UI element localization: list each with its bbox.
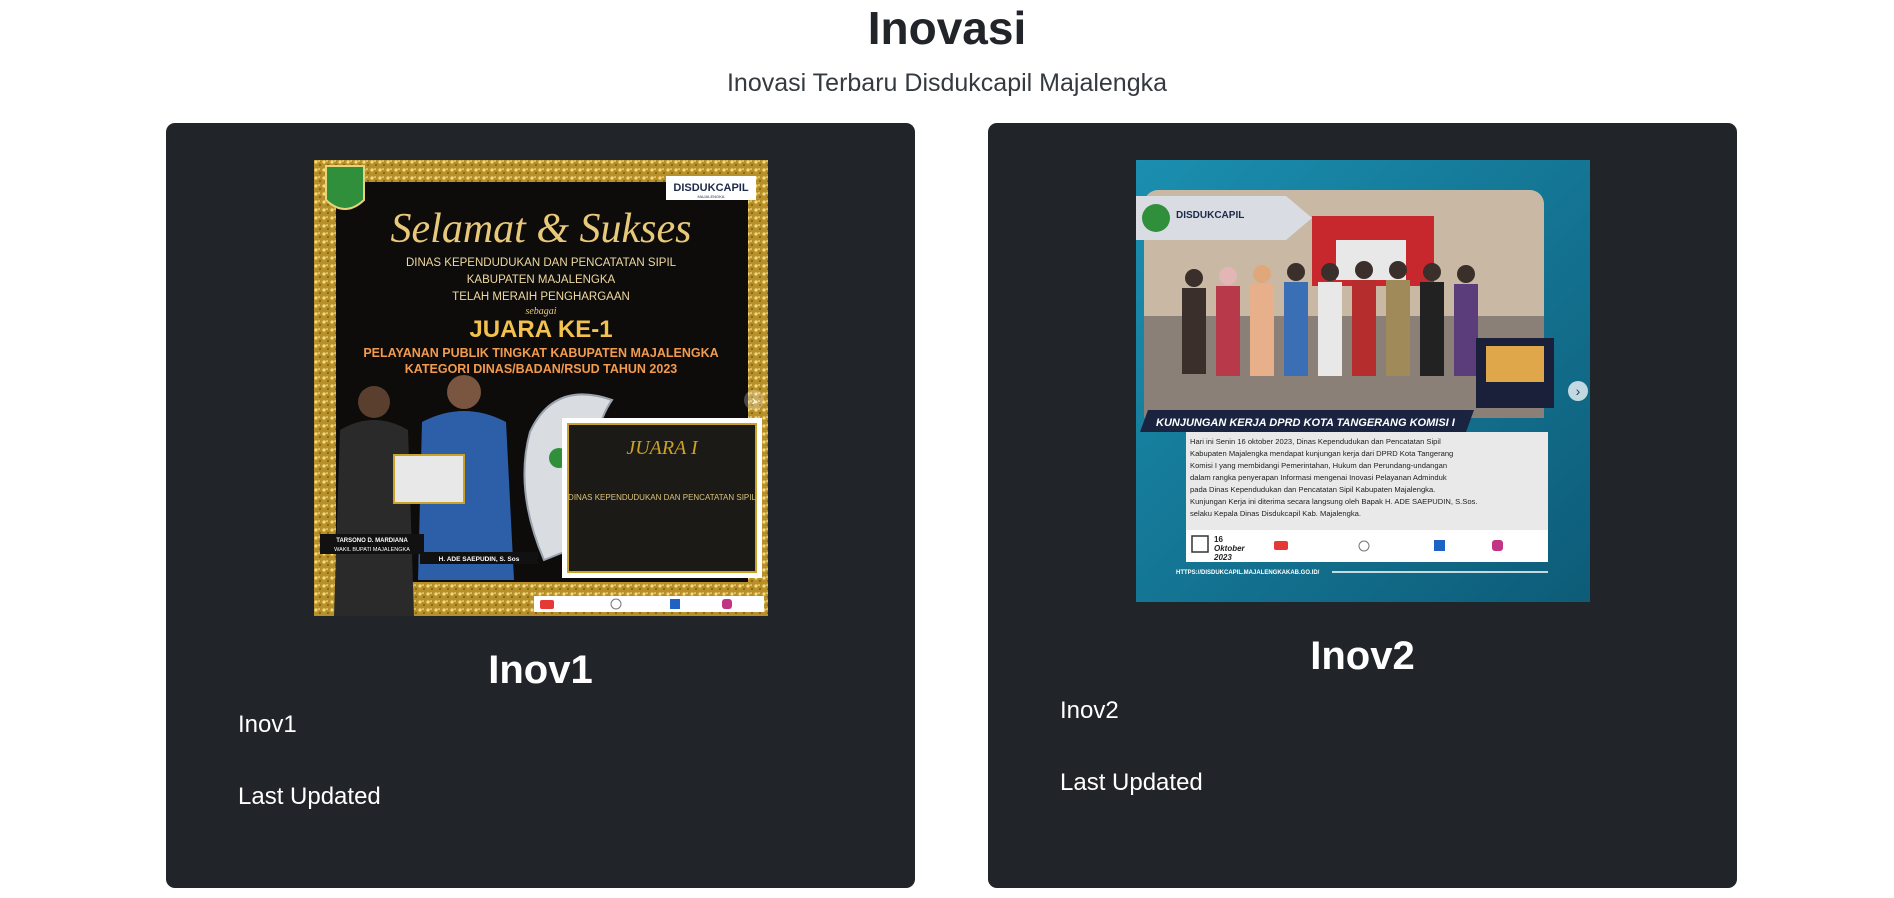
svg-text:KUNJUNGAN KERJA DPRD KOTA TANG: KUNJUNGAN KERJA DPRD KOTA TANGERANG KOMI… <box>1156 417 1456 429</box>
svg-text:Hari ini Senin 16 oktober 2023: Hari ini Senin 16 oktober 2023, Dinas Ke… <box>1190 437 1441 446</box>
svg-text:TELAH MERAIH PENGHARGAAN: TELAH MERAIH PENGHARGAAN <box>452 291 630 303</box>
card-description: Inov1 <box>238 711 297 738</box>
svg-text:KABUPATEN MAJALENGKA: KABUPATEN MAJALENGKA <box>467 274 616 286</box>
facebook-icon <box>670 599 680 609</box>
svg-text:Kunjungan Kerja ini diterima s: Kunjungan Kerja ini diterima secara lang… <box>1190 497 1477 506</box>
youtube-icon <box>540 600 554 609</box>
last-updated-label: Last Updated <box>1060 769 1203 796</box>
svg-text:Komisi I yang membidangi Pemer: Komisi I yang membidangi Pemerintahan, H… <box>1190 461 1447 470</box>
innovation-image-1[interactable]: DISDUKCAPIL MAJALENGKA Selamat & Sukses … <box>314 160 768 616</box>
regency-logo-icon <box>325 165 365 210</box>
innovation-card-2[interactable]: DISDUKCAPIL KUNJUNGAN KERJA DPRD KOTA TA… <box>988 123 1737 888</box>
card-description: Inov2 <box>1060 697 1119 724</box>
svg-text:H. ADE SAEPUDIN, S. Sos: H. ADE SAEPUDIN, S. Sos <box>439 556 520 563</box>
page-subtitle: Inovasi Terbaru Disdukcapil Majalengka <box>726 69 1168 97</box>
svg-text:pada Dinas Kependudukan dan Pe: pada Dinas Kependudukan dan Pencatatan S… <box>1190 485 1435 494</box>
instagram-icon <box>722 599 732 609</box>
svg-text:Oktober: Oktober <box>1214 544 1246 553</box>
last-updated-label: Last Updated <box>238 783 381 810</box>
award-poster: DISDUKCAPIL MAJALENGKA Selamat & Sukses … <box>314 160 768 616</box>
carousel-next-button[interactable]: › <box>1568 381 1588 401</box>
svg-text:DINAS KEPENDUDUKAN DAN PENCATA: DINAS KEPENDUDUKAN DAN PENCATATAN SIPIL <box>568 493 756 502</box>
svg-text:KATEGORI DINAS/BADAN/RSUD TAHU: KATEGORI DINAS/BADAN/RSUD TAHUN 2023 <box>405 362 678 376</box>
svg-text:2023: 2023 <box>1213 553 1232 562</box>
svg-text:DINAS KEPENDUDUKAN DAN PENCATA: DINAS KEPENDUDUKAN DAN PENCATATAN SIPIL <box>406 257 677 269</box>
youtube-icon <box>1274 541 1288 550</box>
svg-text:HTTPS://DISDUKCAPIL.MAJALENGKA: HTTPS://DISDUKCAPIL.MAJALENGKAKAB.GO.ID/ <box>1176 570 1320 576</box>
carousel-next-button[interactable]: › <box>744 390 764 410</box>
svg-text:DISDUKCAPIL: DISDUKCAPIL <box>673 182 748 194</box>
svg-text:Kabupaten Majalengka mendapat: Kabupaten Majalengka mendapat kunjungan … <box>1190 449 1453 458</box>
svg-text:Selamat & Sukses: Selamat & Sukses <box>391 206 692 252</box>
svg-text:MAJALENGKA: MAJALENGKA <box>698 194 725 199</box>
svg-text:WAKIL BUPATI MAJALENGKA: WAKIL BUPATI MAJALENGKA <box>334 547 410 553</box>
facebook-icon <box>1434 540 1445 551</box>
svg-text:dalam rangka penyerapan Inform: dalam rangka penyerapan Informasi mengen… <box>1190 473 1447 482</box>
innovation-image-2[interactable]: DISDUKCAPIL KUNJUNGAN KERJA DPRD KOTA TA… <box>1136 160 1590 602</box>
page-title: Inovasi <box>867 2 1027 54</box>
svg-text:selaku Kepala Dinas Disdukcapi: selaku Kepala Dinas Disdukcapil Kab. Maj… <box>1190 509 1361 518</box>
card-title: Inov1 <box>488 648 593 692</box>
innovation-card-1[interactable]: DISDUKCAPIL MAJALENGKA Selamat & Sukses … <box>166 123 915 888</box>
card-title: Inov2 <box>1310 634 1415 678</box>
svg-text:PELAYANAN PUBLIK TINGKAT KABUP: PELAYANAN PUBLIK TINGKAT KABUPATEN MAJAL… <box>363 346 718 360</box>
svg-text:16: 16 <box>1214 535 1223 544</box>
svg-text:DISDUKCAPIL: DISDUKCAPIL <box>1176 210 1244 221</box>
visit-poster: DISDUKCAPIL KUNJUNGAN KERJA DPRD KOTA TA… <box>1136 160 1590 602</box>
instagram-icon <box>1492 540 1503 551</box>
svg-text:JUARA I: JUARA I <box>626 437 699 459</box>
svg-text:JUARA KE-1: JUARA KE-1 <box>469 316 612 343</box>
svg-text:TARSONO D. MARDIANA: TARSONO D. MARDIANA <box>336 538 408 544</box>
